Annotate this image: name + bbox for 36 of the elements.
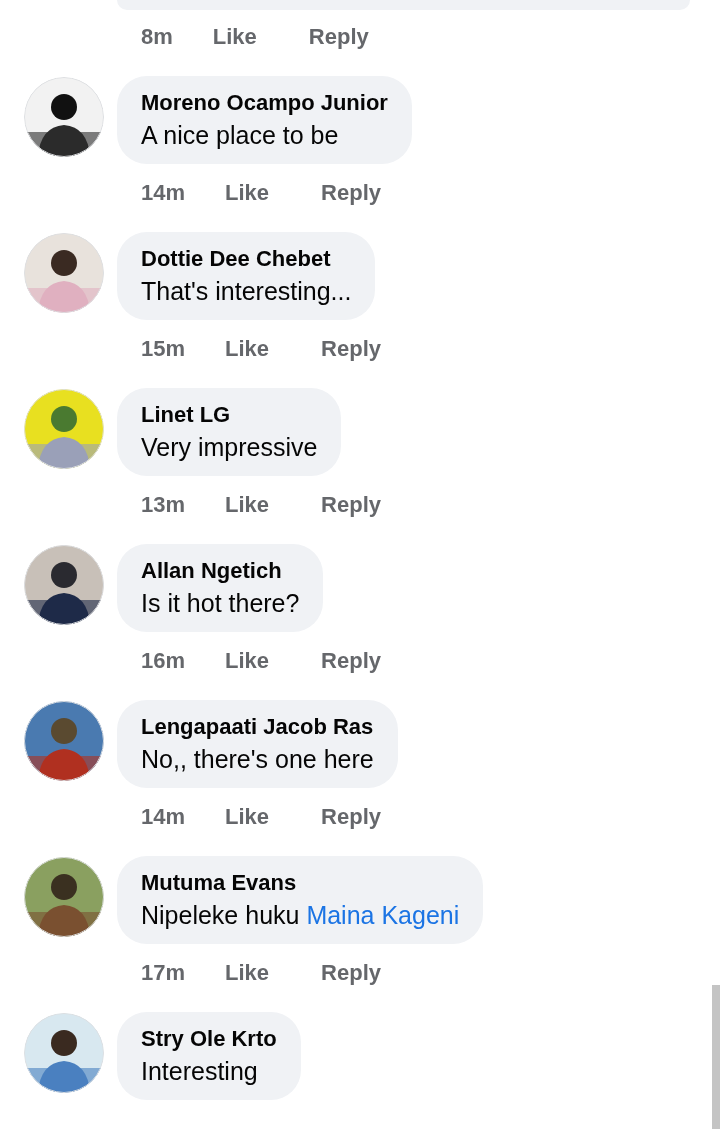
comment-author: Linet LG bbox=[141, 401, 232, 429]
like-button[interactable]: Like bbox=[225, 331, 270, 365]
comment-text: Interesting bbox=[141, 1056, 259, 1087]
comment-time: 15m bbox=[141, 334, 186, 363]
reply-button[interactable]: Reply bbox=[321, 331, 381, 365]
comment-time: 13m bbox=[141, 490, 186, 519]
like-button[interactable]: Like bbox=[225, 487, 270, 521]
reply-button[interactable]: Reply bbox=[321, 799, 381, 833]
comment-time: 16m bbox=[141, 646, 186, 675]
comment-author: Stry Ole Krto bbox=[141, 1025, 277, 1053]
comment-author: Moreno Ocampo Junior bbox=[141, 89, 388, 117]
comment-text: Is it hot there? bbox=[141, 588, 300, 619]
reply-button[interactable]: Reply bbox=[308, 19, 369, 53]
mention-link[interactable]: Maina Kageni bbox=[306, 901, 460, 929]
like-button[interactable]: Like bbox=[225, 799, 270, 833]
comment-text: No,, there's one here bbox=[141, 744, 374, 775]
comment-time: 14m bbox=[141, 802, 186, 831]
like-button[interactable]: Like bbox=[225, 955, 270, 989]
like-button[interactable]: Like bbox=[212, 19, 257, 53]
comment-author: Mutuma Evans bbox=[141, 869, 298, 897]
comment-time: 8m bbox=[141, 22, 173, 51]
comment-author: Allan Ngetich bbox=[141, 557, 283, 585]
comment-text: Nipeleke huku Maina Kageni bbox=[141, 900, 460, 931]
like-button[interactable]: Like bbox=[225, 175, 270, 209]
reply-button[interactable]: Reply bbox=[321, 955, 381, 989]
comment-author: Lengapaati Jacob Ras bbox=[141, 713, 374, 741]
comment-text: Very impressive bbox=[141, 432, 318, 463]
comment-text: That's interesting... bbox=[141, 276, 352, 307]
comment-time: 14m bbox=[141, 178, 186, 207]
like-button[interactable]: Like bbox=[225, 643, 270, 677]
comment-time: 17m bbox=[141, 958, 186, 987]
reply-button[interactable]: Reply bbox=[321, 487, 381, 521]
reply-button[interactable]: Reply bbox=[321, 175, 381, 209]
comment-author: Dottie Dee Chebet bbox=[141, 245, 332, 273]
reply-button[interactable]: Reply bbox=[321, 643, 381, 677]
comment-text: A nice place to be bbox=[141, 120, 340, 151]
